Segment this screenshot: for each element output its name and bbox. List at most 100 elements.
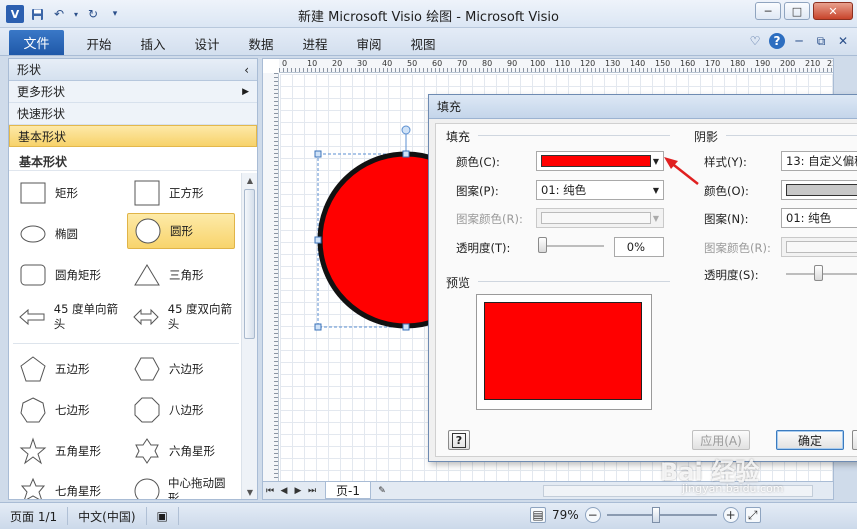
- doc-minimize-icon[interactable]: ─: [791, 33, 807, 49]
- transparency-input[interactable]: 0%: [614, 237, 664, 257]
- shape-triangle[interactable]: 三角形: [127, 257, 235, 293]
- color-swatch: [541, 155, 651, 167]
- color-dropdown[interactable]: ▼: [536, 151, 664, 171]
- shadow-transparency-slider[interactable]: [786, 265, 857, 281]
- shape-circle[interactable]: 圆形: [127, 213, 235, 249]
- shape-square[interactable]: 正方形: [127, 175, 235, 211]
- ruler-number: 20: [332, 59, 343, 68]
- close-button[interactable]: ✕: [813, 2, 853, 20]
- shape-rounded-rectangle[interactable]: 圆角矩形: [13, 257, 121, 293]
- annotation-arrow-icon: [664, 157, 699, 185]
- next-page-icon[interactable]: ▶: [291, 486, 305, 496]
- scroll-thumb[interactable]: [244, 189, 255, 339]
- shadow-style-dropdown[interactable]: 13: 自定义偏移: [781, 151, 857, 171]
- shape-double-arrow[interactable]: 45 度双向箭头: [127, 297, 235, 337]
- doc-restore-icon[interactable]: ⧉: [813, 33, 829, 49]
- macro-record-icon[interactable]: ▣: [147, 507, 179, 525]
- transparency-slider[interactable]: [538, 237, 604, 253]
- tab-insert[interactable]: 插入: [126, 34, 180, 53]
- shape-label: 矩形: [55, 185, 78, 200]
- shape-center-drag-circle[interactable]: 中心拖动圆形: [127, 473, 235, 499]
- shape-grid: 矩形 正方形 椭圆 圆形 圆角矩形 三角形 45 度单向箭头 45 度双向箭头 …: [9, 173, 241, 499]
- zoom-slider-knob[interactable]: [651, 507, 660, 523]
- title-bar: V ↶ ▾ ↻ ▾ 新建 Microsoft Visio 绘图 - Micros…: [0, 0, 857, 28]
- page-tab[interactable]: 页-1: [325, 482, 371, 499]
- language-status[interactable]: 中文(中国): [68, 507, 147, 525]
- zoom-in-icon[interactable]: +: [722, 507, 739, 523]
- shape-label: 45 度双向箭头: [167, 302, 233, 331]
- minimize-ribbon-icon[interactable]: ♡: [747, 33, 763, 49]
- shadow-transparency-slider-knob[interactable]: [814, 265, 823, 281]
- ok-button[interactable]: 确定: [776, 430, 844, 450]
- stencil-scrollbar[interactable]: ▲ ▼: [241, 173, 257, 499]
- seven-point-star-icon: [17, 476, 49, 499]
- shape-single-arrow[interactable]: 45 度单向箭头: [13, 297, 121, 337]
- scroll-down-icon[interactable]: ▼: [242, 485, 258, 499]
- last-page-icon[interactable]: ⏭: [305, 486, 319, 496]
- resize-handle[interactable]: [402, 150, 410, 158]
- apply-button[interactable]: 应用(A): [692, 430, 750, 450]
- shape-seven-point-star[interactable]: 七角星形: [13, 473, 121, 499]
- tab-file[interactable]: 文件: [9, 30, 64, 55]
- page-info[interactable]: 页面 1/1: [0, 507, 69, 525]
- preview-fill-rectangle: [484, 302, 642, 400]
- more-shapes-item[interactable]: 更多形状 ▶: [9, 81, 257, 103]
- shape-five-point-star[interactable]: 五角星形: [13, 433, 121, 469]
- resize-handle[interactable]: [402, 323, 410, 331]
- double-arrow-icon: [131, 302, 162, 332]
- help-button[interactable]: ?: [448, 430, 470, 450]
- pattern-dropdown[interactable]: 01: 纯色 ▼: [536, 180, 664, 200]
- shadow-color-dropdown[interactable]: [781, 180, 857, 200]
- shadow-style-value: 13: 自定义偏移: [786, 154, 857, 168]
- ruler-number: 0: [282, 59, 288, 68]
- fit-page-icon[interactable]: ⤢: [744, 507, 761, 523]
- fill-preview: [476, 294, 652, 410]
- resize-handle[interactable]: [314, 236, 322, 244]
- resize-handle[interactable]: [314, 323, 322, 331]
- ruler-number: 90: [507, 59, 518, 68]
- cancel-button[interactable]: [852, 430, 857, 450]
- tab-data[interactable]: 数据: [234, 34, 288, 53]
- tab-home[interactable]: 开始: [72, 34, 126, 53]
- tab-review[interactable]: 审阅: [342, 34, 396, 53]
- first-page-icon[interactable]: ⏮: [263, 486, 277, 496]
- zoom-percentage[interactable]: 79%: [552, 508, 579, 522]
- minimize-button[interactable]: ─: [755, 2, 781, 20]
- shadow-color-swatch: [786, 184, 857, 196]
- fill-dialog: 填充 填充 颜色(C): ▼ 图案(P): 01: 纯色 ▼ 图案颜色(R): …: [428, 94, 857, 462]
- shape-six-point-star[interactable]: 六角星形: [127, 433, 235, 469]
- collapse-panel-icon[interactable]: ‹: [244, 63, 249, 77]
- shape-hexagon[interactable]: 六边形: [127, 351, 235, 387]
- shape-rectangle[interactable]: 矩形: [13, 175, 121, 211]
- tab-view[interactable]: 视图: [396, 34, 450, 53]
- basic-shapes-item[interactable]: 基本形状: [9, 125, 257, 147]
- hexagon-icon: [131, 354, 163, 384]
- shadow-pattern-color-swatch: [786, 241, 857, 253]
- shape-pentagon[interactable]: 五边形: [13, 351, 121, 387]
- transparency-slider-knob[interactable]: [538, 237, 547, 253]
- ruler-number: 170: [705, 59, 721, 68]
- shape-heptagon[interactable]: 七边形: [13, 392, 121, 428]
- prev-page-icon[interactable]: ◀: [277, 486, 291, 496]
- center-drag-circle-icon: [131, 476, 162, 499]
- quick-shapes-item[interactable]: 快速形状: [9, 103, 257, 125]
- zoom-slider[interactable]: [606, 507, 717, 523]
- shadow-transparency-label: 透明度(S):: [704, 268, 759, 282]
- ribbon: 文件 开始 插入 设计 数据 进程 审阅 视图 ♡ ? ─ ⧉ ✕: [0, 28, 857, 56]
- shape-ellipse[interactable]: 椭圆: [13, 216, 121, 252]
- help-icon[interactable]: ?: [769, 33, 785, 49]
- rotation-handle[interactable]: [401, 125, 411, 135]
- shape-octagon[interactable]: 八边形: [127, 392, 235, 428]
- tab-design[interactable]: 设计: [180, 34, 234, 53]
- shape-label: 六角星形: [169, 443, 215, 458]
- zoom-out-icon[interactable]: −: [584, 507, 601, 523]
- shadow-pattern-dropdown[interactable]: 01: 纯色: [781, 208, 857, 228]
- resize-handle[interactable]: [314, 150, 322, 158]
- normal-view-icon[interactable]: ▤: [530, 507, 546, 523]
- insert-page-icon[interactable]: ✎: [375, 486, 389, 496]
- doc-close-icon[interactable]: ✕: [835, 33, 851, 49]
- scroll-up-icon[interactable]: ▲: [242, 173, 258, 187]
- ruler-number: 220: [827, 59, 833, 68]
- tab-process[interactable]: 进程: [288, 34, 342, 53]
- maximize-button[interactable]: □: [784, 2, 810, 20]
